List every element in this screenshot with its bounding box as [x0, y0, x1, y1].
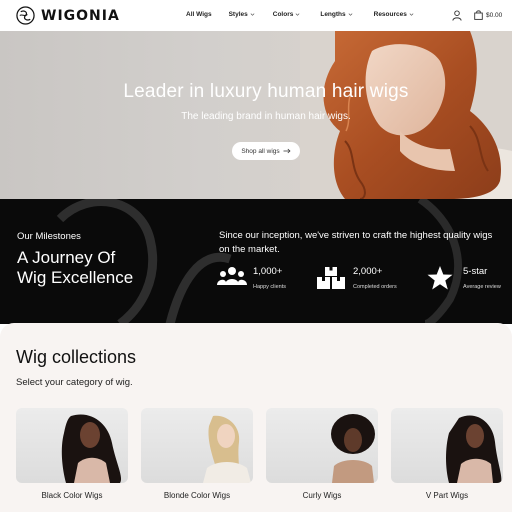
chevron-down-icon: [250, 13, 255, 16]
star-icon: [427, 266, 453, 290]
model-v-part-hair-image: [446, 415, 502, 483]
nav-label: Styles: [228, 11, 248, 18]
collection-card-curly[interactable]: Curly Wigs: [266, 408, 378, 500]
heading-line: Wig Excellence: [17, 268, 134, 287]
collection-card-blonde[interactable]: Blonde Color Wigs: [141, 408, 253, 500]
nav-resources[interactable]: Resources: [374, 11, 414, 18]
stat-caption: Average review: [463, 284, 501, 290]
user-icon[interactable]: [452, 10, 462, 21]
milestones-heading: A Journey Of Wig Excellence: [17, 248, 133, 288]
stat-value: 1,000+: [253, 266, 283, 277]
collection-image: [16, 408, 128, 483]
stat-completed-orders: 2,000+ Completed orders: [316, 265, 397, 291]
collection-image: [141, 408, 253, 483]
model-blonde-hair-image: [203, 415, 251, 483]
nav-styles[interactable]: Styles: [229, 11, 255, 18]
brand-logo[interactable]: WIGONIA: [16, 6, 120, 25]
site-header: WIGONIA All Wigs Styles Colors Lengths R…: [0, 0, 512, 31]
logo-swirl-icon: [16, 6, 35, 25]
chevron-down-icon: [348, 13, 353, 16]
collections-title: Wig collections: [16, 347, 137, 367]
shop-all-wigs-button[interactable]: Shop all wigs: [232, 142, 300, 160]
collection-image: [391, 408, 503, 483]
nav-label: Colors: [272, 11, 294, 18]
stat-text: 1,000+ Happy clients: [253, 265, 286, 290]
heading-line: A Journey Of: [17, 248, 116, 267]
milestones-description: Since our inception, we've striven to cr…: [219, 230, 493, 255]
hero-title: Leader in luxury human hair wigs: [123, 81, 409, 102]
nav-label: Lengths: [320, 11, 346, 18]
brand-name: WIGONIA: [41, 7, 120, 24]
collection-card-v-part[interactable]: V Part Wigs: [391, 408, 503, 500]
stat-caption: Happy clients: [253, 284, 287, 290]
stat-value: 2,000+: [353, 266, 383, 277]
nav-label: All Wigs: [186, 11, 212, 18]
collection-image: [266, 408, 378, 483]
hero-subtitle: The leading brand in human hair wigs.: [181, 111, 351, 122]
nav-all-wigs[interactable]: All Wigs: [186, 11, 212, 18]
collection-card-black[interactable]: Black Color Wigs: [16, 408, 128, 500]
stat-text: 2,000+ Completed orders: [353, 265, 397, 290]
stat-text: 5-star Average review: [463, 265, 501, 290]
stat-caption: Completed orders: [353, 284, 397, 290]
collection-label: Curly Wigs: [302, 491, 342, 500]
collection-label: V Part Wigs: [425, 491, 469, 500]
boxes-icon: [317, 267, 345, 289]
nav-lengths[interactable]: Lengths: [320, 11, 353, 18]
model-black-hair-image: [61, 414, 122, 483]
collection-label: Blonde Color Wigs: [163, 491, 231, 500]
shopping-bag-icon: [474, 10, 483, 20]
chevron-down-icon: [295, 13, 300, 16]
wig-collections-section: Wig collections Select your category of …: [0, 323, 512, 512]
arrow-right-icon: [283, 148, 291, 154]
collections-subtitle: Select your category of wig.: [16, 377, 133, 388]
stat-happy-clients: 1,000+ Happy clients: [216, 265, 286, 291]
nav-colors[interactable]: Colors: [273, 11, 301, 18]
stat-value: 5-star: [463, 266, 488, 277]
button-label: Shop all wigs: [241, 147, 280, 155]
hero-banner: Leader in luxury human hair wigs The lea…: [0, 31, 512, 199]
model-curly-hair-image: [331, 414, 375, 483]
nav-label: Resources: [373, 11, 407, 18]
collection-label: Black Color Wigs: [41, 491, 103, 500]
cart-total: $0.00: [486, 11, 503, 19]
cart-button[interactable]: $0.00: [474, 10, 502, 20]
milestones-section: Our Milestones A Journey Of Wig Excellen…: [0, 199, 512, 324]
main-nav: All Wigs Styles Colors Lengths Resources: [186, 11, 414, 18]
milestones-label: Our Milestones: [17, 231, 81, 242]
chevron-down-icon: [409, 13, 414, 16]
people-icon: [217, 267, 247, 285]
stat-average-review: 5-star Average review: [426, 265, 501, 291]
